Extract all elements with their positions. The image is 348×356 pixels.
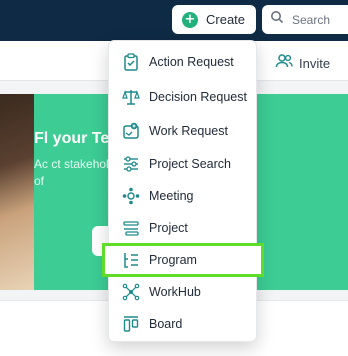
menu-item-decision-request[interactable]: Decision Request: [109, 82, 256, 112]
menu-item-label: Decision Request: [149, 90, 247, 104]
invite-label: Invite: [299, 56, 331, 71]
menu-item-label: Project Search: [149, 157, 231, 171]
menu-item-label: Program: [149, 253, 197, 267]
clipboard-check-icon: [121, 52, 141, 72]
menu-item-label: Action Request: [149, 55, 234, 69]
create-dropdown-menu: Action Request Decision Request Work Req…: [102, 40, 264, 342]
create-button[interactable]: + Create: [172, 5, 256, 34]
plus-icon: +: [182, 11, 198, 28]
menu-item-project-search[interactable]: Project Search: [109, 149, 256, 179]
top-navigation-bar: + Create Search: [0, 0, 348, 41]
menu-item-meeting[interactable]: Meeting: [109, 181, 256, 211]
sliders-icon: [121, 154, 141, 174]
menu-item-label: Board: [149, 317, 183, 331]
workhub-icon: [121, 282, 141, 302]
project-icon: [121, 218, 141, 238]
menu-item-action-request[interactable]: Action Request: [109, 47, 256, 77]
menu-item-label: Meeting: [149, 189, 194, 203]
menu-item-label: WorkHub: [149, 285, 201, 299]
create-button-label: Create: [206, 12, 246, 27]
invite-users-icon: [275, 53, 293, 74]
menu-item-program[interactable]: Program: [102, 243, 264, 277]
invite-button[interactable]: Invite: [275, 53, 330, 74]
board-icon: [121, 314, 141, 334]
menu-item-label: Work Request: [149, 124, 228, 138]
search-placeholder: Search: [292, 12, 331, 27]
search-icon: [270, 10, 284, 29]
menu-item-workhub[interactable]: WorkHub: [109, 277, 256, 307]
work-request-icon: [121, 121, 141, 141]
menu-item-project[interactable]: Project: [109, 213, 256, 243]
program-icon: [121, 250, 141, 270]
menu-item-board[interactable]: Board: [109, 309, 256, 339]
menu-item-label: Project: [149, 221, 188, 235]
scale-icon: [121, 87, 141, 107]
profile-photo: [0, 94, 34, 290]
meeting-icon: [121, 186, 141, 206]
menu-item-work-request[interactable]: Work Request: [109, 116, 256, 146]
search-input[interactable]: Search: [262, 5, 348, 34]
